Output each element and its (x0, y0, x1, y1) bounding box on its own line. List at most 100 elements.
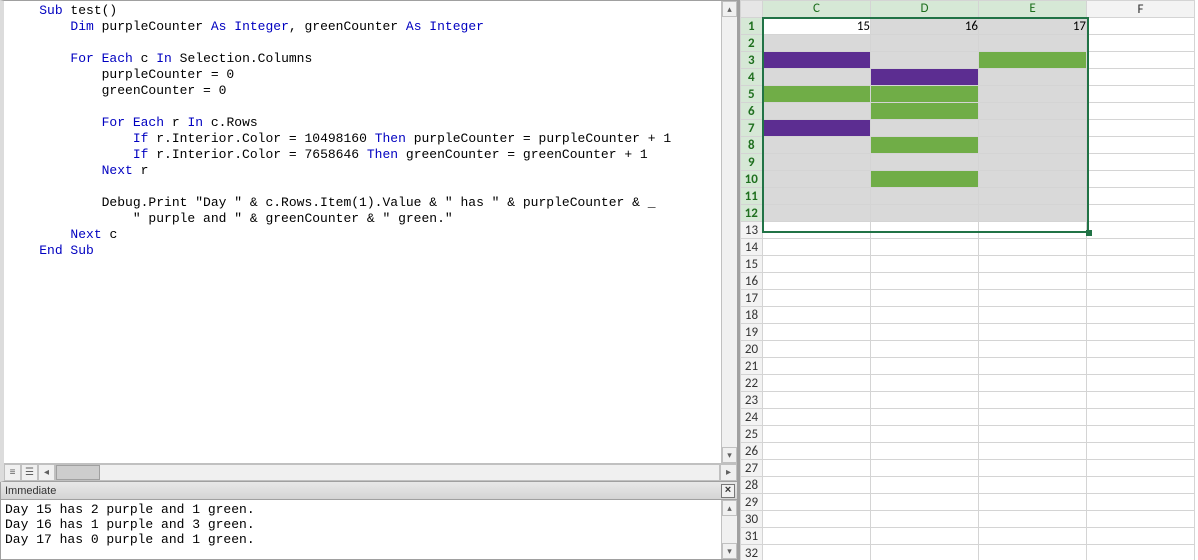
cell[interactable] (979, 154, 1087, 171)
cell[interactable] (871, 358, 979, 375)
cell[interactable] (979, 511, 1087, 528)
cell[interactable] (871, 137, 979, 154)
cell[interactable] (871, 86, 979, 103)
row-header[interactable]: 8 (741, 137, 763, 154)
row-header[interactable]: 12 (741, 205, 763, 222)
cell[interactable] (763, 205, 871, 222)
cell[interactable] (871, 460, 979, 477)
row-header[interactable]: 1 (741, 18, 763, 35)
cell[interactable] (1087, 409, 1195, 426)
cell[interactable] (871, 545, 979, 560)
cell[interactable] (871, 392, 979, 409)
cell[interactable] (871, 409, 979, 426)
scroll-down-icon[interactable]: ▾ (722, 447, 737, 463)
cell[interactable] (1087, 545, 1195, 560)
close-icon[interactable]: × (721, 484, 735, 498)
code-vertical-scrollbar[interactable]: ▴ ▾ (721, 1, 737, 463)
cell[interactable] (979, 307, 1087, 324)
immediate-output[interactable]: Day 15 has 2 purple and 1 green. Day 16 … (1, 500, 721, 559)
cell[interactable] (1087, 69, 1195, 86)
row-header[interactable]: 6 (741, 103, 763, 120)
column-header[interactable]: C (763, 1, 871, 18)
cell[interactable] (763, 154, 871, 171)
cell[interactable] (871, 511, 979, 528)
row-header[interactable]: 11 (741, 188, 763, 205)
scroll-up-icon[interactable]: ▴ (722, 1, 737, 17)
cell[interactable] (871, 375, 979, 392)
row-header[interactable]: 13 (741, 222, 763, 239)
cell[interactable] (979, 290, 1087, 307)
row-header[interactable]: 27 (741, 460, 763, 477)
row-header[interactable]: 16 (741, 273, 763, 290)
row-header[interactable]: 30 (741, 511, 763, 528)
row-header[interactable]: 20 (741, 341, 763, 358)
cell[interactable] (871, 256, 979, 273)
cell[interactable] (979, 205, 1087, 222)
cell[interactable] (763, 120, 871, 137)
cell[interactable] (1087, 154, 1195, 171)
cell[interactable] (979, 171, 1087, 188)
cell[interactable] (763, 35, 871, 52)
cell[interactable] (1087, 18, 1195, 35)
cell[interactable] (871, 307, 979, 324)
cell[interactable] (871, 494, 979, 511)
immediate-window-titlebar[interactable]: Immediate × (0, 482, 738, 500)
row-header[interactable]: 10 (741, 171, 763, 188)
row-header[interactable]: 21 (741, 358, 763, 375)
cell[interactable] (979, 324, 1087, 341)
cell[interactable] (979, 52, 1087, 69)
row-header[interactable]: 3 (741, 52, 763, 69)
full-view-icon[interactable]: ☰ (21, 464, 38, 481)
scroll-up-icon[interactable]: ▴ (722, 500, 737, 516)
cell[interactable] (979, 443, 1087, 460)
cell[interactable] (1087, 273, 1195, 290)
cell[interactable] (763, 545, 871, 560)
cell[interactable] (979, 86, 1087, 103)
cell[interactable] (1087, 443, 1195, 460)
cell[interactable] (763, 494, 871, 511)
cell[interactable] (763, 86, 871, 103)
row-header[interactable]: 23 (741, 392, 763, 409)
cell[interactable] (871, 222, 979, 239)
cell[interactable] (1087, 137, 1195, 154)
cell[interactable] (1087, 222, 1195, 239)
cell[interactable] (979, 239, 1087, 256)
row-header[interactable]: 28 (741, 477, 763, 494)
spreadsheet-grid[interactable]: CDEF115161723456789101112131415161718192… (740, 0, 1195, 560)
cell[interactable] (763, 239, 871, 256)
cell[interactable] (979, 69, 1087, 86)
cell[interactable] (763, 528, 871, 545)
row-header[interactable]: 29 (741, 494, 763, 511)
row-header[interactable]: 25 (741, 426, 763, 443)
cell[interactable] (871, 188, 979, 205)
cell[interactable] (763, 324, 871, 341)
cell[interactable] (871, 239, 979, 256)
cell[interactable] (1087, 528, 1195, 545)
row-header[interactable]: 26 (741, 443, 763, 460)
cell[interactable] (979, 137, 1087, 154)
cell[interactable] (979, 460, 1087, 477)
cell[interactable] (1087, 188, 1195, 205)
cell[interactable] (1087, 120, 1195, 137)
cell[interactable] (871, 477, 979, 494)
cell[interactable] (871, 103, 979, 120)
cell[interactable] (763, 52, 871, 69)
cell[interactable] (871, 52, 979, 69)
cell[interactable] (979, 477, 1087, 494)
row-header[interactable]: 31 (741, 528, 763, 545)
row-header[interactable]: 18 (741, 307, 763, 324)
proc-view-icon[interactable]: ≡ (4, 464, 21, 481)
cell[interactable] (1087, 290, 1195, 307)
cell[interactable] (979, 528, 1087, 545)
cell[interactable] (1087, 324, 1195, 341)
cell[interactable] (763, 392, 871, 409)
cell[interactable]: 17 (979, 18, 1087, 35)
cell[interactable] (979, 35, 1087, 52)
cell[interactable] (763, 460, 871, 477)
row-header[interactable]: 32 (741, 545, 763, 560)
row-header[interactable]: 2 (741, 35, 763, 52)
cell[interactable] (1087, 35, 1195, 52)
scroll-right-icon[interactable]: ▸ (720, 464, 737, 481)
cell[interactable] (763, 443, 871, 460)
scroll-left-icon[interactable]: ◂ (38, 464, 55, 481)
